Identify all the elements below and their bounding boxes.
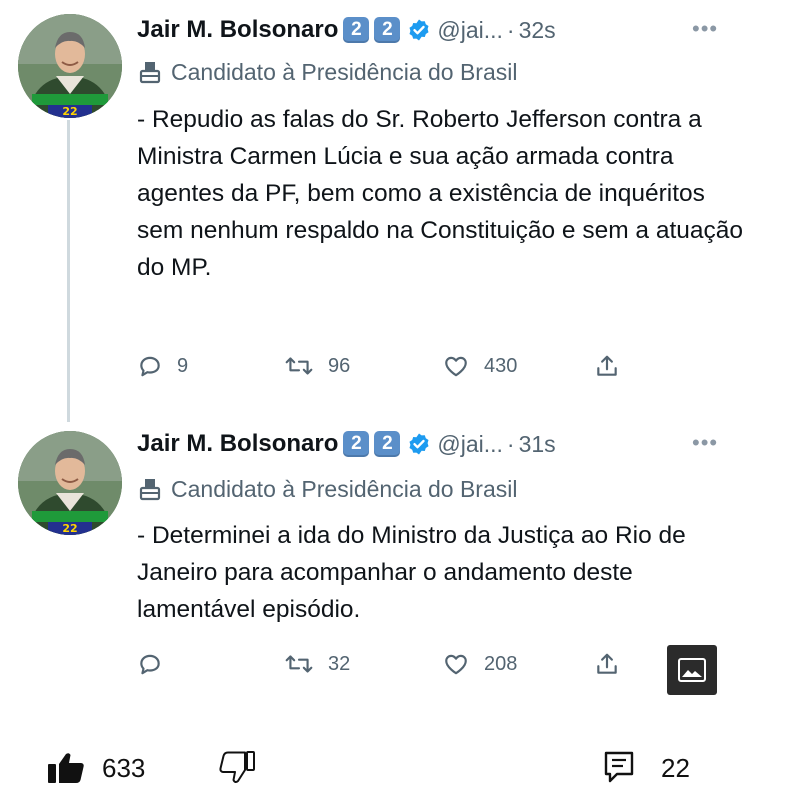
keycap-badge: 2 <box>374 431 401 457</box>
avatar[interactable]: 22 <box>18 14 122 118</box>
retweet-count: 96 <box>328 354 351 377</box>
heart-icon <box>445 356 467 377</box>
thread-line <box>67 120 70 422</box>
thumbs-up-button[interactable]: 633 <box>46 738 145 798</box>
like-count: 430 <box>484 354 518 377</box>
affiliation-label: Candidato à Presidência do Brasil <box>137 473 517 505</box>
avatar[interactable]: 22 <box>18 431 122 535</box>
share-button[interactable] <box>594 646 620 682</box>
tweet-header: Jair M. Bolsonaro 2 2 @jai... · 31s <box>137 424 556 464</box>
like-count: 208 <box>484 652 518 675</box>
share-icon <box>597 653 617 674</box>
more-options-icon[interactable]: ••• <box>692 16 718 42</box>
tweet-actions: 32 208 <box>137 646 657 682</box>
reply-icon <box>140 654 160 675</box>
tweet-text: - Determinei a ida do Ministro da Justiç… <box>137 522 686 623</box>
reply-button[interactable]: 9 <box>137 348 188 384</box>
avatar-number: 22 <box>62 522 77 535</box>
separator-dot: · <box>506 430 515 457</box>
post-action-bar: 633 22 <box>0 738 800 798</box>
tweet-actions: 9 96 430 <box>137 348 657 384</box>
thumbs-up-icon <box>48 753 84 783</box>
share-icon <box>597 355 617 376</box>
timestamp[interactable]: 32s <box>519 17 556 44</box>
reply-count: 9 <box>177 354 189 377</box>
author-name[interactable]: Jair M. Bolsonaro <box>137 16 338 44</box>
author-handle[interactable]: @jai... <box>437 17 503 44</box>
retweet-button[interactable]: 96 <box>284 348 350 384</box>
comments-button[interactable]: 22 <box>603 738 690 798</box>
like-total: 633 <box>102 752 146 783</box>
thumbs-down-icon <box>219 751 255 784</box>
comment-total: 22 <box>661 752 690 783</box>
affiliation-text: Candidato à Presidência do Brasil <box>171 475 518 502</box>
ballot-box-icon <box>139 479 161 501</box>
author-name[interactable]: Jair M. Bolsonaro <box>137 430 338 458</box>
reply-button[interactable] <box>137 646 177 682</box>
affiliation-text: Candidato à Presidência do Brasil <box>171 58 518 85</box>
image-icon <box>678 658 706 682</box>
separator-dot: · <box>506 16 515 43</box>
keycap-badge: 2 <box>343 431 370 457</box>
comment-icon <box>604 751 634 783</box>
image-view-button[interactable] <box>667 645 717 695</box>
share-button[interactable] <box>594 348 620 384</box>
keycap-badge: 2 <box>343 17 370 43</box>
retweet-button[interactable]: 32 <box>284 646 350 682</box>
ballot-box-icon <box>139 62 161 84</box>
reply-icon <box>140 356 160 377</box>
like-button[interactable]: 208 <box>442 646 517 682</box>
like-button[interactable]: 430 <box>442 348 517 384</box>
avatar-photo: 22 <box>18 14 122 118</box>
keycap-badge: 2 <box>374 17 401 43</box>
tweet-text: - Repudio as falas do Sr. Roberto Jeffer… <box>137 106 744 281</box>
verified-badge-icon <box>409 19 429 41</box>
timestamp[interactable]: 31s <box>519 431 556 458</box>
verified-badge-icon <box>409 433 429 455</box>
avatar-photo: 22 <box>18 431 122 535</box>
retweet-count: 32 <box>328 652 351 675</box>
avatar-number: 22 <box>62 105 77 118</box>
more-options-icon[interactable]: ••• <box>692 430 718 456</box>
author-handle[interactable]: @jai... <box>437 431 503 458</box>
retweet-icon <box>285 357 313 375</box>
affiliation-label: Candidato à Presidência do Brasil <box>137 56 517 88</box>
tweet-header: Jair M. Bolsonaro 2 2 @jai... · 32s <box>137 10 556 50</box>
retweet-icon <box>285 655 313 673</box>
heart-icon <box>445 654 467 675</box>
thumbs-down-button[interactable] <box>218 738 258 798</box>
